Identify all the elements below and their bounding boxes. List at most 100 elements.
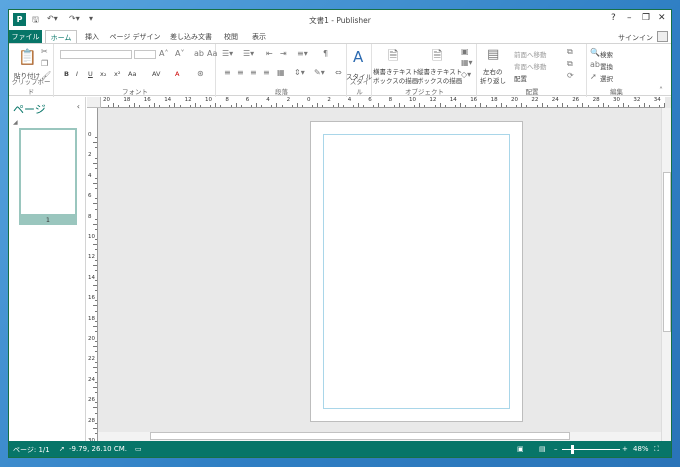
ruler-tick <box>148 105 150 107</box>
align-center-icon[interactable]: ≡ <box>237 68 244 77</box>
zoom-level[interactable]: 48% <box>633 445 649 453</box>
kerning-button[interactable]: AV <box>152 70 160 78</box>
horizontal-ruler[interactable]: 20 18 16 14 12 10 8 6 4 2 0 2 4 6 8 10 12 14 16 18 20 22 24 26 2… <box>101 97 665 108</box>
table-icon[interactable]: ▦▾ <box>461 58 473 67</box>
tab-page-design[interactable]: ページ デザイン <box>109 30 161 44</box>
editing-group: 検索 置換 選択 🔍 ab ➚ 編集 <box>588 44 645 97</box>
justify-icon[interactable]: ≡ <box>263 68 270 77</box>
clear-format-icon[interactable]: ab <box>194 49 204 58</box>
close-button[interactable]: ✕ <box>658 13 666 23</box>
vertical-ruler[interactable]: 0 2 4 6 8 10 12 14 16 18 20 22 24 26 28 30 <box>87 108 98 441</box>
tab-mailings[interactable]: 差し込み文書 <box>167 30 215 44</box>
horizontal-scrollbar[interactable] <box>98 432 661 441</box>
rotate-icon[interactable]: ⟳ <box>567 71 574 80</box>
ruler-tick <box>95 218 97 220</box>
ruler-tick <box>317 103 319 107</box>
help-button[interactable]: ? <box>611 13 616 23</box>
spacing-icon[interactable]: ⇕▾ <box>294 68 305 77</box>
page-indicator[interactable]: ページ: 1/1 <box>13 445 50 455</box>
object-size-icon: ▭ <box>135 445 142 453</box>
ruler-tick <box>159 105 161 107</box>
ruler-v-label: 6 <box>88 193 92 200</box>
increase-indent-icon[interactable]: ⇥ <box>280 49 287 58</box>
tab-view[interactable]: 表示 <box>249 30 269 44</box>
send-backward-button[interactable]: 背面へ移動 <box>514 61 547 71</box>
font-name-select[interactable] <box>60 50 132 59</box>
bold-button[interactable]: B <box>64 70 69 78</box>
signin-link[interactable]: サインイン <box>618 33 653 43</box>
text-direction-icon[interactable]: ⇔ <box>335 68 342 77</box>
paste-icon[interactable]: 📋 <box>18 48 37 66</box>
ruler-h-label: 16 <box>470 97 478 103</box>
page-thumbnail[interactable] <box>19 128 77 216</box>
distribute-icon[interactable]: ▦ <box>277 68 285 77</box>
minimize-button[interactable]: – <box>627 13 632 23</box>
ruler-tick <box>93 264 97 266</box>
underline-button[interactable]: U <box>88 70 93 78</box>
ruler-tick <box>93 407 97 409</box>
shrink-font-icon[interactable]: A˅ <box>175 49 184 58</box>
group-icon[interactable]: ⧉ <box>567 47 573 57</box>
collapse-ribbon-icon[interactable]: ˄ <box>659 86 663 95</box>
bring-forward-button[interactable]: 前面へ移動 <box>514 49 547 59</box>
ruler-h-label: 18 <box>490 97 498 103</box>
styles-icon[interactable]: A <box>353 48 363 66</box>
symbol-icon[interactable]: ⊛ <box>197 69 204 78</box>
align-right-icon[interactable]: ≡ <box>250 68 257 77</box>
select-button[interactable]: 選択 <box>600 73 613 83</box>
fit-page-icon[interactable]: ⛶ <box>654 445 659 454</box>
ruler-v-label: 16 <box>88 295 95 302</box>
line-spacing-icon[interactable]: ≡▾ <box>297 49 308 58</box>
avatar[interactable] <box>657 31 668 42</box>
single-page-view-icon[interactable]: ▣ <box>517 445 524 453</box>
ruler-v-label: 12 <box>88 254 95 261</box>
ruler-tick <box>567 105 569 107</box>
copy-icon[interactable]: ❐ <box>41 59 48 68</box>
align-left-icon[interactable]: ≡ <box>224 68 231 77</box>
document-page[interactable] <box>310 121 523 422</box>
tab-insert[interactable]: 挿入 <box>81 30 103 44</box>
find-button[interactable]: 検索 <box>600 49 613 59</box>
zoom-out-button[interactable]: – <box>554 445 558 453</box>
ruler-tick <box>623 103 625 107</box>
char-spacing-button[interactable]: Aa <box>128 70 136 78</box>
tab-file[interactable]: ファイル <box>9 30 42 44</box>
change-case-icon[interactable]: Aa <box>207 49 217 58</box>
tab-home[interactable]: ホーム <box>45 30 77 44</box>
shading-icon[interactable]: ✎▾ <box>314 68 325 77</box>
picture-icon[interactable]: ▣ <box>461 47 469 56</box>
restore-button[interactable]: ❐ <box>642 13 650 23</box>
vertical-scroll-thumb[interactable] <box>663 172 671 332</box>
ruler-tick <box>342 105 344 107</box>
wrap-text-icon[interactable]: ▤ <box>487 47 499 62</box>
vertical-textbox-button-2[interactable]: ボックスの描画 <box>417 75 462 85</box>
paragraph-mark-icon[interactable]: ¶ <box>323 49 328 58</box>
replace-button[interactable]: 置換 <box>600 61 613 71</box>
numbering-icon[interactable]: ☰▾ <box>243 49 254 58</box>
decrease-indent-icon[interactable]: ⇤ <box>266 49 273 58</box>
italic-button[interactable]: I <box>76 70 78 78</box>
font-size-select[interactable] <box>134 50 156 59</box>
collapse-pane-icon[interactable]: ‹ <box>77 102 80 111</box>
window-title: 文書1 - Publisher <box>309 16 371 25</box>
horizontal-scroll-thumb[interactable] <box>150 432 570 440</box>
zoom-slider-thumb[interactable] <box>571 445 574 454</box>
bullets-icon[interactable]: ☰▾ <box>222 49 233 58</box>
align-button[interactable]: 配置 <box>514 73 527 83</box>
ungroup-icon[interactable]: ⧉ <box>567 59 573 69</box>
ruler-h-label: 18 <box>123 97 131 103</box>
shapes-icon[interactable]: ◇▾ <box>461 70 471 79</box>
two-page-view-icon[interactable]: ▤ <box>539 445 546 453</box>
zoom-in-button[interactable]: + <box>622 445 628 453</box>
horizontal-textbox-button-2[interactable]: ボックスの描画 <box>373 75 418 85</box>
subscript-button[interactable]: x₂ <box>100 70 106 78</box>
ruler-tick <box>210 105 212 107</box>
section-toggle-icon[interactable]: ◢ <box>13 119 18 126</box>
font-color-button[interactable]: A <box>175 70 179 78</box>
tab-review[interactable]: 校閲 <box>221 30 241 44</box>
cut-icon[interactable]: ✂ <box>41 47 48 56</box>
superscript-button[interactable]: x² <box>114 70 120 78</box>
wrap-text-button-2[interactable]: 折り返し <box>480 75 506 85</box>
grow-font-icon[interactable]: A˄ <box>159 49 168 58</box>
vertical-scrollbar[interactable] <box>661 108 671 441</box>
